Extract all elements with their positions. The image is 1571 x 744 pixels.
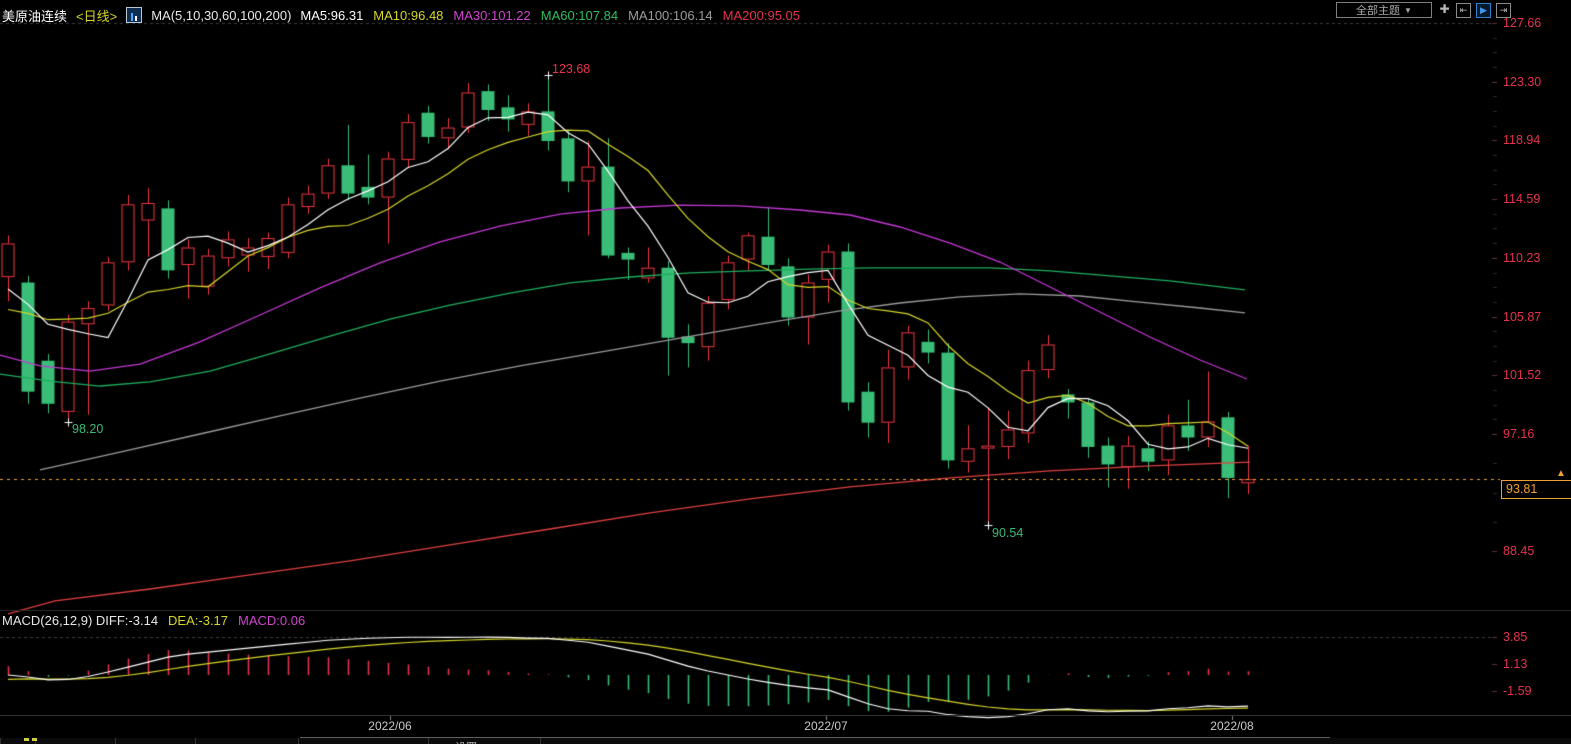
pan-right-icon[interactable]: ⇥	[1496, 3, 1511, 18]
dea-value-label: DEA:-3.17	[168, 613, 228, 628]
axis-divider	[0, 715, 1571, 716]
bottom-bar	[0, 738, 1571, 744]
crosshair-icon[interactable]: ✚	[1438, 3, 1451, 16]
annotation-low1: 98.20	[72, 422, 103, 436]
ma-value-label: MA5:96.31	[300, 8, 363, 23]
date-tick-label: 2022/06	[368, 719, 411, 733]
current-price-arrow-icon: ▲	[1556, 468, 1566, 479]
price-tick-label: 114.59	[1503, 192, 1540, 206]
current-price-box: 93.81	[1501, 480, 1571, 499]
macd-header: MACD(26,12,9) DIFF:-3.14 DEA:-3.17 MACD:…	[2, 612, 305, 629]
price-tick-label: 118.94	[1503, 133, 1540, 147]
play-icon[interactable]: ▶	[1476, 3, 1491, 18]
date-tick-label: 2022/07	[804, 719, 847, 733]
ma-value-label: MA30:101.22	[453, 8, 530, 23]
price-tick-label: 127.66	[1503, 16, 1541, 30]
macd-value-label: MACD:0.06	[238, 613, 305, 628]
macd-tick-label: 3.85	[1503, 630, 1527, 644]
ma-value-label: MA10:96.48	[373, 8, 443, 23]
annotation-high: 123.68	[552, 62, 590, 76]
theme-dropdown[interactable]: 全部主题 ▼	[1336, 2, 1432, 18]
bottom-bar-fragment	[32, 738, 37, 741]
price-tick-label: 110.23	[1503, 251, 1540, 265]
period-label[interactable]: <日线>	[76, 6, 117, 25]
ma-value-label: MA200:95.05	[723, 8, 800, 23]
top-toolbar: 全部主题 ▼ ✚ ⇤ ▶ ⇥	[1336, 2, 1511, 18]
symbol-title: 美原油连续	[2, 6, 67, 25]
price-tick-label: 105.87	[1503, 310, 1541, 324]
macd-params-label: MACD(26,12,9) DIFF:-3.14	[2, 613, 158, 628]
chevron-down-icon: ▼	[1404, 6, 1412, 15]
chart-application: 美原油连续 <日线> MA(5,10,30,60,100,200) MA5:96…	[0, 0, 1571, 744]
ma-value-label: MA60:107.84	[541, 8, 618, 23]
theme-dropdown-label: 全部主题	[1356, 2, 1400, 18]
ma-value-label: MA100:106.14	[628, 8, 713, 23]
ma-values-group: MA5:96.31 MA10:96.48 MA30:101.22 MA60:107.8…	[300, 8, 800, 23]
settings-tab-partial[interactable]: 设置	[455, 739, 477, 744]
macd-tick-label: 1.13	[1503, 657, 1527, 671]
price-tick-label: 88.45	[1503, 544, 1534, 558]
main-chart-canvas[interactable]	[0, 0, 1571, 744]
macd-tick-label: -1.59	[1503, 684, 1532, 698]
tool-icons-group: ✚ ⇤ ▶ ⇥	[1438, 3, 1511, 18]
pane-divider	[0, 610, 1571, 611]
redaction-overlay	[512, 722, 623, 737]
kline-style-icon[interactable]	[126, 7, 142, 23]
bottom-bar-fragment	[24, 738, 29, 741]
chart-header: 美原油连续 <日线> MA(5,10,30,60,100,200) MA5:96…	[2, 6, 800, 24]
pan-left-icon[interactable]: ⇤	[1456, 3, 1471, 18]
ma-settings-label: MA(5,10,30,60,100,200)	[151, 8, 291, 23]
price-tick-label: 97.16	[1503, 427, 1534, 441]
price-tick-label: 101.52	[1503, 368, 1541, 382]
date-tick-label: 2022/08	[1210, 719, 1253, 733]
annotation-low2: 90.54	[992, 526, 1023, 540]
price-tick-label: 123.30	[1503, 75, 1541, 89]
